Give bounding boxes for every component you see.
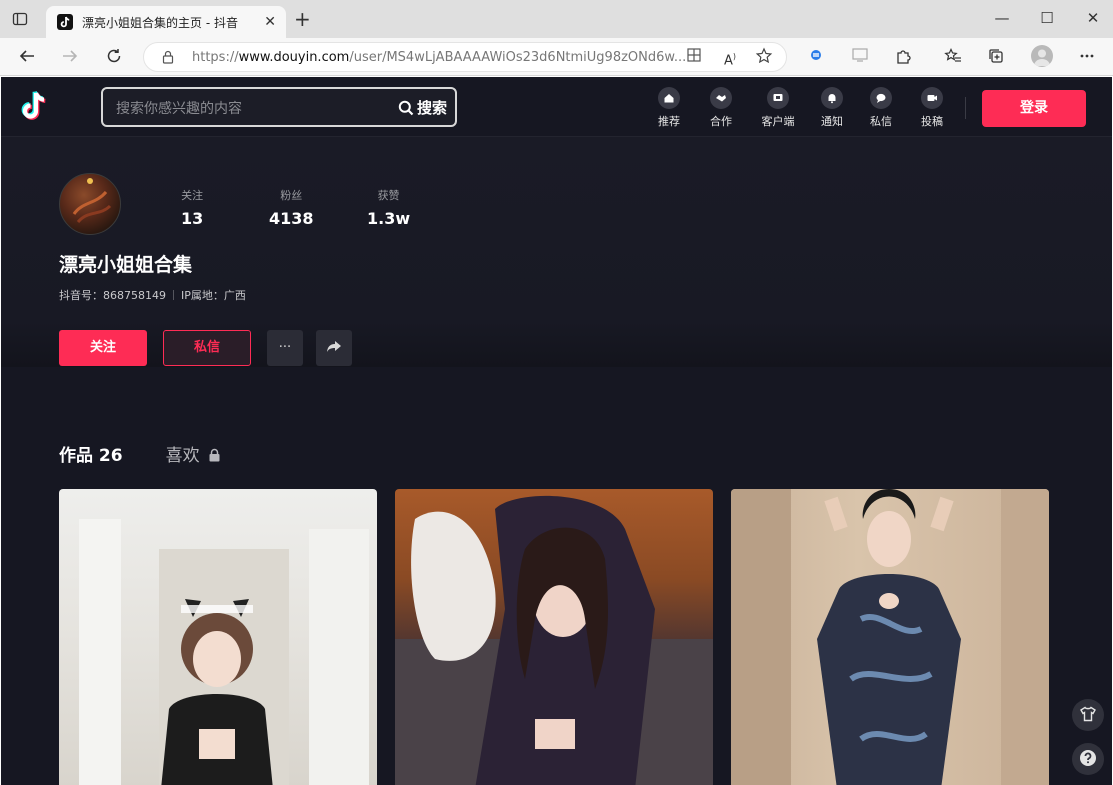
nav-label: 推荐	[658, 115, 680, 128]
profile-meta: 抖音号：868758149 IP属地：广西	[59, 287, 246, 303]
stat-likes: 获赞 1.3w	[367, 187, 410, 228]
profile-avatar[interactable]	[59, 173, 121, 235]
extension-screen-icon[interactable]	[850, 47, 870, 67]
lock-icon[interactable]	[160, 49, 176, 65]
browser-tab[interactable]: 漂亮小姐姐合集的主页 - 抖音 ✕	[46, 6, 286, 38]
url-path: /user/MS4wLjABAAAAWiOs23d6NtmiUg98zONd6w…	[349, 50, 687, 65]
video-thumbnail	[731, 489, 1049, 785]
add-favorite-icon[interactable]	[754, 47, 774, 67]
outfit-shirt-button[interactable]	[1072, 699, 1104, 731]
nav-upload[interactable]: 投稿	[912, 87, 952, 129]
browser-tab-bar: 漂亮小姐姐合集的主页 - 抖音 ✕ + — ☐ ✕	[0, 0, 1113, 38]
video-card[interactable]	[731, 489, 1049, 785]
extensions-puzzle-icon[interactable]	[893, 47, 913, 67]
nav-label: 投稿	[921, 115, 943, 128]
profile-header: 关注 13 粉丝 4138 获赞 1.3w 漂亮小姐姐合集 抖音号：868758…	[1, 137, 1112, 367]
read-aloud-icon[interactable]: A)	[720, 47, 740, 68]
window-close-button[interactable]: ✕	[1083, 8, 1103, 28]
douyin-id: 868758149	[103, 289, 166, 302]
douyin-id-label: 抖音号：	[59, 289, 103, 302]
home-icon	[658, 87, 680, 109]
help-button[interactable]	[1072, 743, 1104, 775]
back-icon[interactable]	[17, 47, 37, 67]
tab-title: 漂亮小姐姐合集的主页 - 抖音	[82, 16, 238, 30]
nav-label: 合作	[710, 115, 732, 128]
split-screen-icon[interactable]	[684, 47, 704, 67]
chat-icon	[870, 87, 892, 109]
browser-profile-avatar[interactable]	[1031, 45, 1053, 67]
window-maximize-button[interactable]: ☐	[1037, 8, 1057, 28]
profile-name: 漂亮小姐姐合集	[59, 254, 193, 276]
nav-cooperate[interactable]: 合作	[701, 87, 741, 129]
nav-label: 私信	[870, 115, 892, 128]
search-input[interactable]: 搜索你感兴趣的内容	[116, 98, 242, 118]
refresh-icon[interactable]	[104, 47, 124, 67]
douyin-page: 搜索你感兴趣的内容 搜索 推荐 合作 客户端 通知 私信 投稿 登录 关注 13…	[1, 77, 1112, 785]
tab-likes-label: 喜欢	[165, 446, 200, 466]
search-icon	[398, 100, 414, 116]
content-tabs: 作品 26 喜欢	[59, 441, 221, 466]
monitor-icon	[767, 87, 789, 109]
search-button[interactable]: 搜索	[398, 97, 447, 118]
address-bar[interactable]: https://www.douyin.com/user/MS4wLjABAAAA…	[143, 42, 787, 72]
stat-followers[interactable]: 粉丝 4138	[269, 187, 314, 228]
nav-messages[interactable]: 私信	[861, 87, 901, 129]
nav-recommend[interactable]: 推荐	[649, 87, 689, 129]
lock-icon	[209, 448, 220, 462]
nav-divider	[965, 97, 966, 119]
search-button-label: 搜索	[416, 99, 447, 117]
nav-label: 通知	[821, 115, 843, 128]
favorites-icon[interactable]	[943, 47, 963, 67]
nav-client[interactable]: 客户端	[758, 87, 798, 129]
extension-blue-icon[interactable]	[806, 47, 826, 67]
stat-value: 13	[181, 209, 204, 228]
url-text[interactable]: https://www.douyin.com/user/MS4wLjABAAAA…	[192, 50, 686, 65]
video-thumbnail	[79, 519, 369, 785]
help-icon	[1080, 750, 1096, 766]
message-button[interactable]: 私信	[163, 330, 251, 366]
meta-divider	[173, 290, 174, 300]
ip-location: IP属地：广西	[181, 289, 246, 302]
video-card[interactable]	[395, 489, 713, 785]
bell-icon	[821, 87, 843, 109]
douyin-favicon-icon	[57, 14, 73, 30]
window-minimize-button[interactable]: —	[992, 8, 1012, 28]
more-menu-icon[interactable]	[1077, 47, 1097, 67]
tab-actions-icon[interactable]	[12, 11, 28, 27]
tab-likes[interactable]: 喜欢	[166, 441, 221, 466]
login-button[interactable]: 登录	[982, 90, 1086, 127]
tab-works[interactable]: 作品 26	[59, 441, 123, 466]
shirt-icon	[1080, 706, 1096, 722]
search-box[interactable]: 搜索你感兴趣的内容 搜索	[101, 87, 457, 127]
stat-label: 关注	[181, 189, 204, 202]
follow-button[interactable]: 关注	[59, 330, 147, 366]
stat-label: 获赞	[377, 189, 400, 202]
browser-toolbar: https://www.douyin.com/user/MS4wLjABAAAA…	[0, 38, 1113, 76]
url-host: www.douyin.com	[238, 50, 350, 65]
video-card[interactable]	[59, 489, 377, 785]
stat-following[interactable]: 关注 13	[181, 187, 203, 228]
collections-icon[interactable]	[986, 47, 1006, 67]
douyin-logo-icon[interactable]	[19, 89, 53, 125]
forward-icon[interactable]	[60, 47, 80, 67]
stat-value: 1.3w	[367, 209, 411, 228]
stat-value: 4138	[269, 209, 314, 228]
nav-label: 客户端	[761, 115, 795, 128]
new-tab-button[interactable]: +	[294, 9, 311, 29]
share-button[interactable]	[316, 330, 352, 366]
url-prefix: https://	[192, 50, 239, 65]
share-icon	[327, 341, 341, 352]
more-options-button[interactable]: ···	[267, 330, 303, 366]
stat-label: 粉丝	[280, 189, 303, 202]
tab-close-icon[interactable]: ✕	[264, 14, 276, 30]
video-upload-icon	[921, 87, 943, 109]
top-navbar: 搜索你感兴趣的内容 搜索 推荐 合作 客户端 通知 私信 投稿 登录	[1, 77, 1112, 137]
video-thumbnail	[395, 495, 713, 785]
nav-notify[interactable]: 通知	[812, 87, 852, 129]
handshake-icon	[710, 87, 732, 109]
